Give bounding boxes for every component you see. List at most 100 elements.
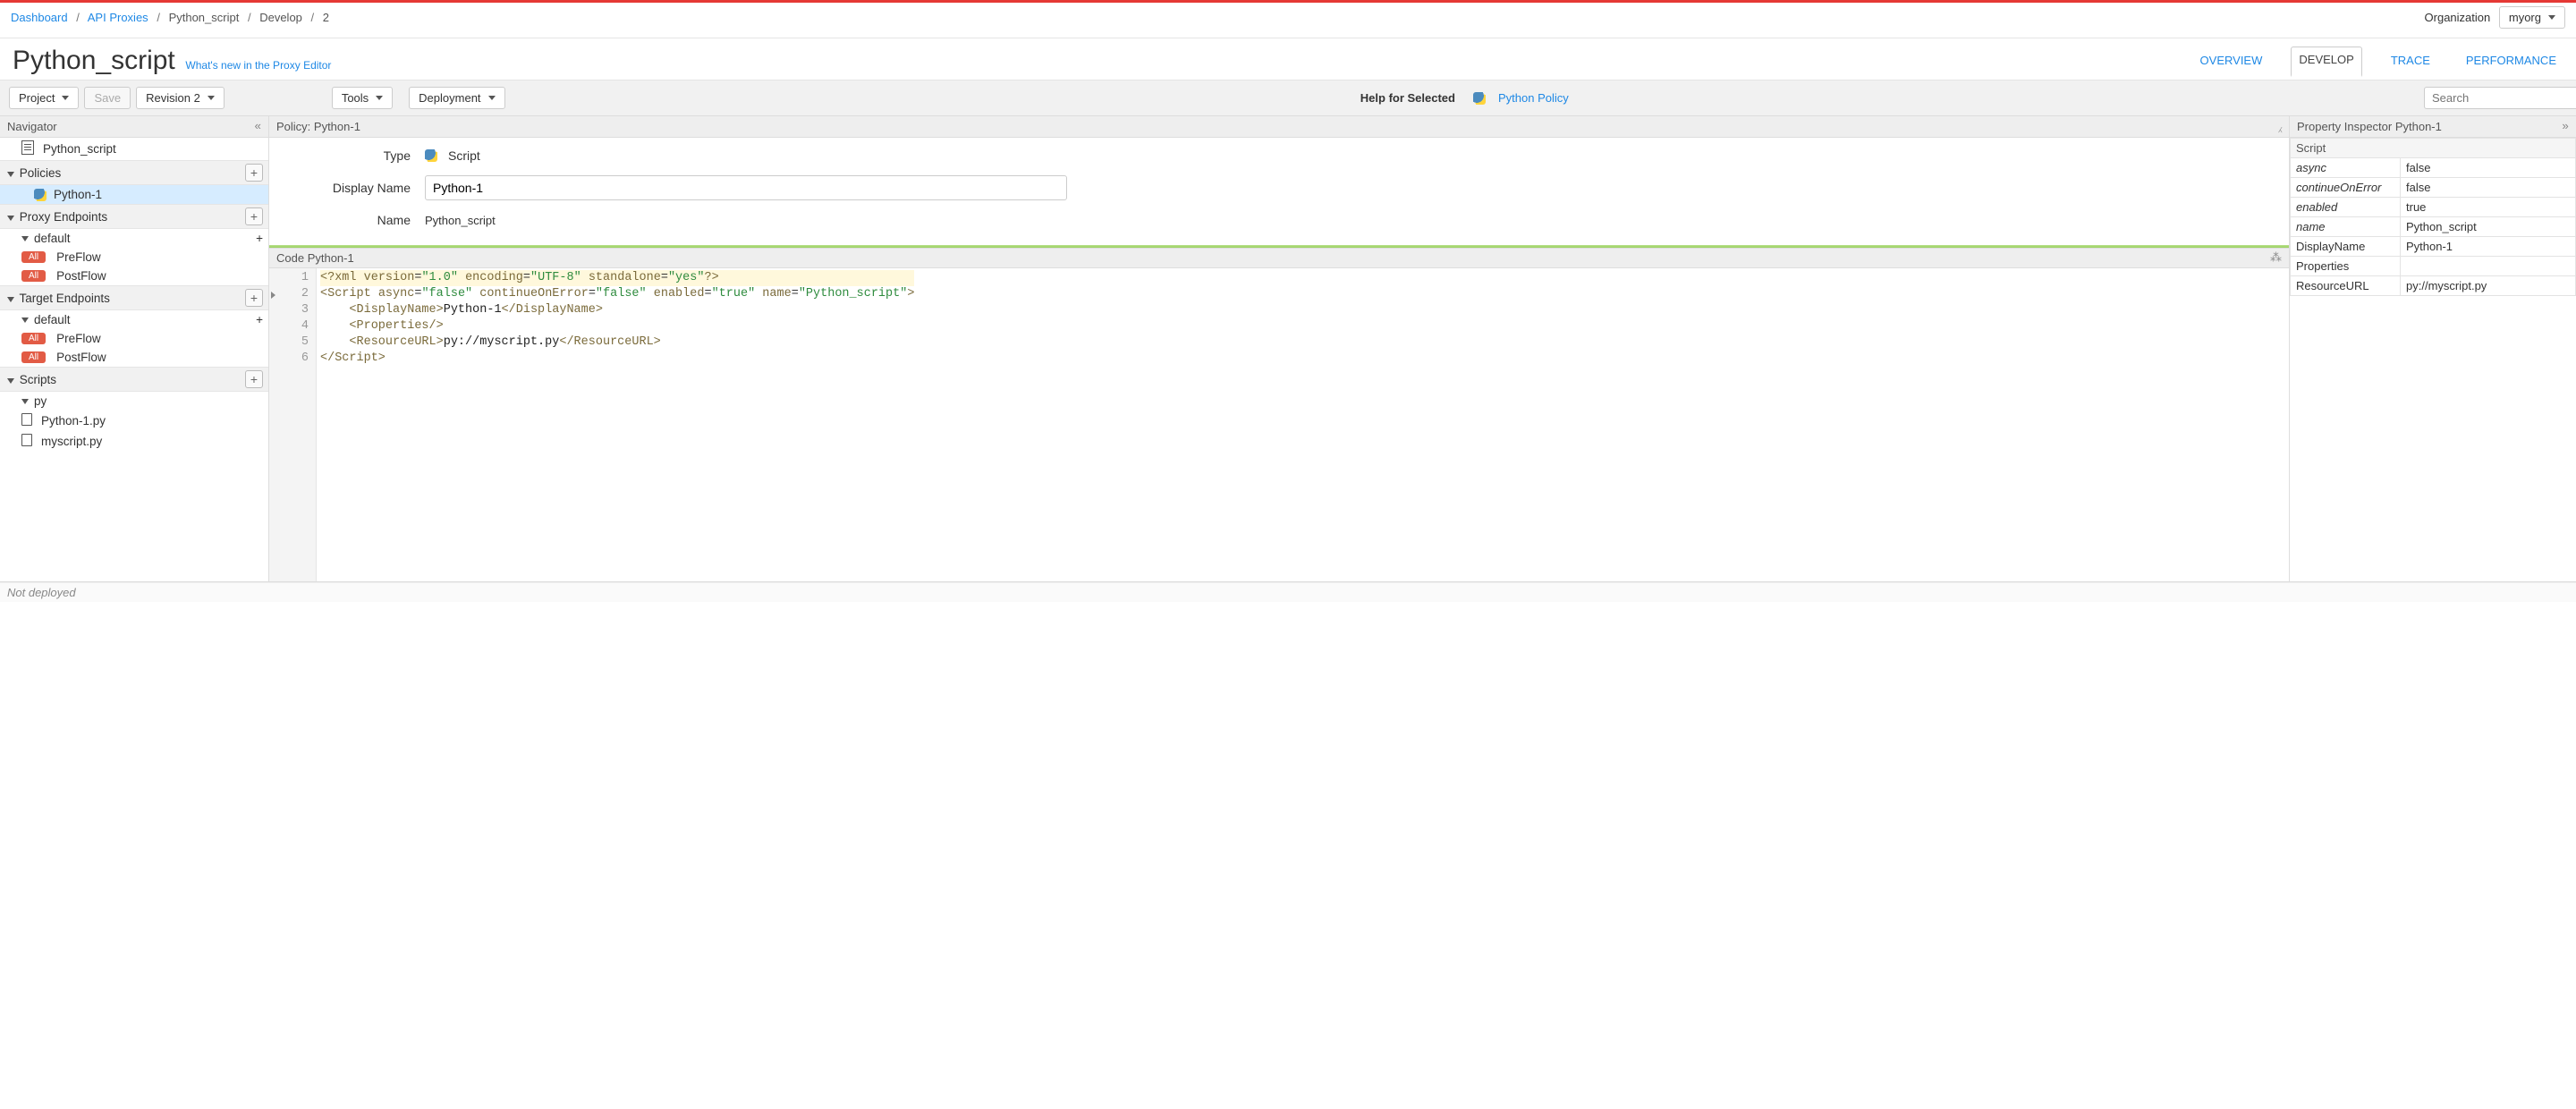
display-name-label: Display Name [285,181,425,195]
nav-flow-postflow[interactable]: All PostFlow [0,348,268,367]
policy-editor-pane: Policy: Python-1 ⁁ Type Script Display N… [269,116,2290,581]
status-bar: Not deployed [0,582,2576,602]
name-label: Name [285,213,425,227]
chevron-down-icon [7,172,14,177]
nav-flow-label: PreFlow [56,332,101,345]
inspector-key: ResourceURL [2291,276,2401,296]
nav-section-proxy-endpoints[interactable]: Proxy Endpoints + [0,204,268,229]
nav-scripts-label: Scripts [20,373,56,386]
editor-gutter: 123456 [269,268,317,581]
nav-flow-label: PostFlow [56,269,106,283]
inspector-row[interactable]: Properties [2291,257,2576,276]
whats-new-link[interactable]: What's new in the Proxy Editor [185,59,331,72]
inspector-value[interactable]: py://myscript.py [2401,276,2576,296]
nav-policy-item[interactable]: Python-1 [0,185,268,204]
navigator-collapse-icon[interactable]: « [254,120,261,133]
nav-flow-preflow[interactable]: All PreFlow [0,248,268,267]
organization-label: Organization [2425,11,2491,24]
tab-trace[interactable]: TRACE [2384,48,2437,76]
inspector-expand-icon[interactable]: » [2562,120,2569,133]
search-box [2424,87,2567,109]
help-for-selected-label: Help for Selected [1360,91,1455,105]
policy-panel-header: Policy: Python-1 ⁁ [269,116,2289,138]
nav-script-file-name: Python-1.py [41,414,106,428]
tools-menu-button[interactable]: Tools [332,87,393,109]
type-value: Script [448,148,480,163]
nav-scripts-py[interactable]: py [0,392,268,411]
nav-flow-preflow[interactable]: All PreFlow [0,329,268,348]
document-icon [21,140,39,157]
inspector-key: name [2291,217,2401,237]
nav-flow-label: PreFlow [56,250,101,264]
editor-body[interactable]: <?xml version="1.0" encoding="UTF-8" sta… [317,268,918,581]
nav-root-label: Python_script [43,142,116,156]
python-icon [425,149,437,162]
inspector-row[interactable]: namePython_script [2291,217,2576,237]
inspector-section: Script [2291,139,2576,158]
nav-root[interactable]: Python_script [0,138,268,160]
crumb-proxy-name: Python_script [169,11,240,24]
nav-script-file[interactable]: Python-1.py [0,411,268,431]
code-header: Code Python-1 ⁂ [269,248,2289,268]
revision-menu-button[interactable]: Revision 2 [136,87,225,109]
organization-picker: Organization myorg [2425,6,2565,29]
add-target-endpoint-button[interactable]: + [245,289,263,307]
nav-policy-item-label: Python-1 [54,188,102,201]
inspector-value[interactable]: false [2401,158,2576,178]
navigator-title: Navigator [7,120,57,133]
crumb-dashboard[interactable]: Dashboard [11,11,68,24]
inspector-value[interactable] [2401,257,2576,276]
toolbar: Project Save Revision 2 Tools Deployment… [0,80,2576,116]
inspector-row[interactable]: asyncfalse [2291,158,2576,178]
nav-proxy-endpoint-default[interactable]: default + [0,229,268,248]
policy-form: Type Script Display Name Name Python_scr… [269,138,2289,245]
add-target-flow-button[interactable]: + [256,313,263,326]
crumb-develop: Develop [259,11,302,24]
all-badge: All [21,333,46,344]
chevron-down-icon [7,378,14,384]
collapse-down-icon[interactable]: ⁂ [2270,251,2282,265]
search-input[interactable] [2424,87,2576,109]
crumb-api-proxies[interactable]: API Proxies [88,11,148,24]
breadcrumb-row: Dashboard / API Proxies / Python_script … [0,3,2576,38]
deployment-menu-button[interactable]: Deployment [409,87,504,109]
inspector-row[interactable]: DisplayNamePython-1 [2291,237,2576,257]
chevron-down-icon [7,297,14,302]
nav-target-endpoint-default[interactable]: default + [0,310,268,329]
nav-script-file[interactable]: myscript.py [0,431,268,452]
tab-overview[interactable]: OVERVIEW [2193,48,2270,76]
inspector-row[interactable]: ResourceURLpy://myscript.py [2291,276,2576,296]
inspector-value[interactable]: Python-1 [2401,237,2576,257]
nav-target-endpoint-default-label: default [34,313,71,326]
navigator-tree: Python_script Policies + Python-1 Proxy … [0,138,268,581]
title-row: Python_script What's new in the Proxy Ed… [0,38,2576,80]
nav-section-policies[interactable]: Policies + [0,160,268,185]
python-policy-help-link[interactable]: Python Policy [1498,91,1569,105]
code-editor[interactable]: 123456 <?xml version="1.0" encoding="UTF… [269,268,2289,581]
inspector-value[interactable]: Python_script [2401,217,2576,237]
project-menu-button[interactable]: Project [9,87,79,109]
nav-flow-postflow[interactable]: All PostFlow [0,267,268,285]
inspector-row[interactable]: enabledtrue [2291,198,2576,217]
nav-section-scripts[interactable]: Scripts + [0,367,268,392]
inspector-row[interactable]: continueOnErrorfalse [2291,178,2576,198]
add-script-button[interactable]: + [245,370,263,388]
inspector-key: continueOnError [2291,178,2401,198]
nav-target-endpoints-label: Target Endpoints [20,292,110,305]
display-name-input[interactable] [425,175,1067,200]
inspector-value[interactable]: false [2401,178,2576,198]
add-proxy-endpoint-button[interactable]: + [245,207,263,225]
python-icon [34,189,47,201]
organization-select[interactable]: myorg [2499,6,2565,29]
inspector-key: Properties [2291,257,2401,276]
collapse-up-icon[interactable]: ⁁ [2279,120,2282,133]
tab-develop[interactable]: DEVELOP [2291,47,2361,77]
add-policy-button[interactable]: + [245,164,263,182]
name-value: Python_script [425,214,496,227]
tab-performance[interactable]: PERFORMANCE [2459,48,2563,76]
chevron-down-icon [21,399,29,404]
nav-section-target-endpoints[interactable]: Target Endpoints + [0,285,268,310]
inspector-value[interactable]: true [2401,198,2576,217]
inspector-key: async [2291,158,2401,178]
add-proxy-flow-button[interactable]: + [256,232,263,245]
